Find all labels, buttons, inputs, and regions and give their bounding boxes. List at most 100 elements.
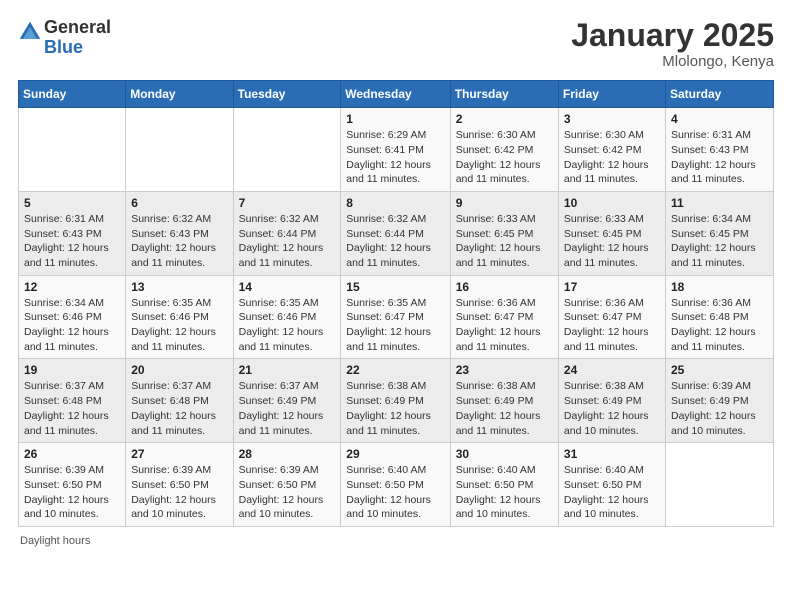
day-number: 11 bbox=[671, 196, 769, 210]
day-number: 27 bbox=[131, 447, 228, 461]
day-number: 2 bbox=[456, 112, 554, 126]
title-location: Mlolongo, Kenya bbox=[571, 53, 774, 70]
header-sunday: Sunday bbox=[19, 81, 126, 108]
footer: Daylight hours bbox=[18, 535, 774, 547]
day-number: 25 bbox=[671, 363, 769, 377]
title-month: January 2025 bbox=[571, 18, 774, 53]
day-number: 24 bbox=[564, 363, 661, 377]
calendar-cell: 3 Sunrise: 6:30 AM Sunset: 6:42 PM Daylig… bbox=[558, 108, 665, 192]
day-info: Sunrise: 6:29 AM Sunset: 6:41 PM Dayligh… bbox=[346, 128, 445, 187]
calendar-week-row-2: 12 Sunrise: 6:34 AM Sunset: 6:46 PM Dayli… bbox=[19, 275, 774, 359]
day-info: Sunrise: 6:35 AM Sunset: 6:46 PM Dayligh… bbox=[239, 296, 337, 355]
calendar-cell: 23 Sunrise: 6:38 AM Sunset: 6:49 PM Dayli… bbox=[450, 359, 558, 443]
calendar-cell: 31Sunrise: 6:40 AM Sunset: 6:50 PM Dayli… bbox=[558, 443, 665, 527]
calendar-cell: 26 Sunrise: 6:39 AM Sunset: 6:50 PM Dayli… bbox=[19, 443, 126, 527]
day-info: Sunrise: 6:37 AM Sunset: 6:49 PM Dayligh… bbox=[239, 379, 337, 438]
day-number: 5 bbox=[24, 196, 121, 210]
calendar-cell: 8 Sunrise: 6:32 AM Sunset: 6:44 PM Daylig… bbox=[341, 191, 450, 275]
calendar-cell: 19Sunrise: 6:37 AM Sunset: 6:48 PM Dayli… bbox=[19, 359, 126, 443]
calendar-cell: 20 Sunrise: 6:37 AM Sunset: 6:48 PM Dayli… bbox=[126, 359, 233, 443]
day-number: 26 bbox=[24, 447, 121, 461]
logo-general-text: General bbox=[44, 18, 111, 38]
calendar-cell bbox=[666, 443, 774, 527]
calendar-cell bbox=[126, 108, 233, 192]
day-info: Sunrise: 6:37 AM Sunset: 6:48 PM Dayligh… bbox=[24, 379, 121, 438]
calendar-cell: 12 Sunrise: 6:34 AM Sunset: 6:46 PM Dayli… bbox=[19, 275, 126, 359]
day-info: Sunrise: 6:39 AM Sunset: 6:50 PM Dayligh… bbox=[131, 463, 228, 522]
calendar-table: Sunday Monday Tuesday Wednesday Thursday… bbox=[18, 80, 774, 527]
page: General Blue January 2025 Mlolongo, Keny… bbox=[0, 0, 792, 612]
calendar-cell bbox=[19, 108, 126, 192]
day-info: Sunrise: 6:40 AM Sunset: 6:50 PM Dayligh… bbox=[564, 463, 661, 522]
header-saturday: Saturday bbox=[666, 81, 774, 108]
logo-icon bbox=[18, 20, 42, 44]
day-info: Sunrise: 6:37 AM Sunset: 6:48 PM Dayligh… bbox=[131, 379, 228, 438]
calendar-cell: 24 Sunrise: 6:38 AM Sunset: 6:49 PM Dayli… bbox=[558, 359, 665, 443]
day-number: 4 bbox=[671, 112, 769, 126]
calendar-cell: 25 Sunrise: 6:39 AM Sunset: 6:49 PM Dayli… bbox=[666, 359, 774, 443]
day-number: 15 bbox=[346, 280, 445, 294]
header-wednesday: Wednesday bbox=[341, 81, 450, 108]
day-info: Sunrise: 6:30 AM Sunset: 6:42 PM Dayligh… bbox=[564, 128, 661, 187]
day-info: Sunrise: 6:30 AM Sunset: 6:42 PM Dayligh… bbox=[456, 128, 554, 187]
day-number: 29 bbox=[346, 447, 445, 461]
calendar-cell: 22Sunrise: 6:38 AM Sunset: 6:49 PM Dayli… bbox=[341, 359, 450, 443]
day-info: Sunrise: 6:39 AM Sunset: 6:50 PM Dayligh… bbox=[24, 463, 121, 522]
day-info: Sunrise: 6:36 AM Sunset: 6:47 PM Dayligh… bbox=[456, 296, 554, 355]
day-info: Sunrise: 6:31 AM Sunset: 6:43 PM Dayligh… bbox=[24, 212, 121, 271]
day-number: 16 bbox=[456, 280, 554, 294]
day-number: 3 bbox=[564, 112, 661, 126]
header-tuesday: Tuesday bbox=[233, 81, 341, 108]
calendar-cell: 6Sunrise: 6:32 AM Sunset: 6:43 PM Daylig… bbox=[126, 191, 233, 275]
day-number: 12 bbox=[24, 280, 121, 294]
calendar-cell: 1 Sunrise: 6:29 AM Sunset: 6:41 PM Daylig… bbox=[341, 108, 450, 192]
calendar-cell: 28Sunrise: 6:39 AM Sunset: 6:50 PM Dayli… bbox=[233, 443, 341, 527]
calendar-cell: 4Sunrise: 6:31 AM Sunset: 6:43 PM Daylig… bbox=[666, 108, 774, 192]
day-info: Sunrise: 6:34 AM Sunset: 6:46 PM Dayligh… bbox=[24, 296, 121, 355]
calendar-week-row-0: 1 Sunrise: 6:29 AM Sunset: 6:41 PM Daylig… bbox=[19, 108, 774, 192]
day-number: 13 bbox=[131, 280, 228, 294]
logo-blue-text: Blue bbox=[44, 38, 111, 58]
day-number: 9 bbox=[456, 196, 554, 210]
title-block: January 2025 Mlolongo, Kenya bbox=[571, 18, 774, 70]
day-info: Sunrise: 6:32 AM Sunset: 6:44 PM Dayligh… bbox=[239, 212, 337, 271]
day-info: Sunrise: 6:32 AM Sunset: 6:44 PM Dayligh… bbox=[346, 212, 445, 271]
day-number: 10 bbox=[564, 196, 661, 210]
calendar-week-row-1: 5 Sunrise: 6:31 AM Sunset: 6:43 PM Daylig… bbox=[19, 191, 774, 275]
day-info: Sunrise: 6:39 AM Sunset: 6:49 PM Dayligh… bbox=[671, 379, 769, 438]
daylight-hours-label: Daylight hours bbox=[20, 535, 90, 547]
calendar-cell: 30Sunrise: 6:40 AM Sunset: 6:50 PM Dayli… bbox=[450, 443, 558, 527]
day-info: Sunrise: 6:40 AM Sunset: 6:50 PM Dayligh… bbox=[346, 463, 445, 522]
calendar-cell: 16 Sunrise: 6:36 AM Sunset: 6:47 PM Dayli… bbox=[450, 275, 558, 359]
calendar-cell: 15 Sunrise: 6:35 AM Sunset: 6:47 PM Dayli… bbox=[341, 275, 450, 359]
day-number: 22 bbox=[346, 363, 445, 377]
day-info: Sunrise: 6:38 AM Sunset: 6:49 PM Dayligh… bbox=[456, 379, 554, 438]
calendar-cell: 21Sunrise: 6:37 AM Sunset: 6:49 PM Dayli… bbox=[233, 359, 341, 443]
day-info: Sunrise: 6:36 AM Sunset: 6:47 PM Dayligh… bbox=[564, 296, 661, 355]
day-number: 6 bbox=[131, 196, 228, 210]
calendar-cell: 17 Sunrise: 6:36 AM Sunset: 6:47 PM Dayli… bbox=[558, 275, 665, 359]
header-thursday: Thursday bbox=[450, 81, 558, 108]
calendar-cell: 13Sunrise: 6:35 AM Sunset: 6:46 PM Dayli… bbox=[126, 275, 233, 359]
day-number: 8 bbox=[346, 196, 445, 210]
calendar-cell: 10 Sunrise: 6:33 AM Sunset: 6:45 PM Dayli… bbox=[558, 191, 665, 275]
logo: General Blue bbox=[18, 18, 111, 58]
calendar-cell: 27 Sunrise: 6:39 AM Sunset: 6:50 PM Dayli… bbox=[126, 443, 233, 527]
day-number: 7 bbox=[239, 196, 337, 210]
header-monday: Monday bbox=[126, 81, 233, 108]
day-number: 20 bbox=[131, 363, 228, 377]
day-number: 17 bbox=[564, 280, 661, 294]
day-info: Sunrise: 6:38 AM Sunset: 6:49 PM Dayligh… bbox=[564, 379, 661, 438]
calendar-week-row-3: 19Sunrise: 6:37 AM Sunset: 6:48 PM Dayli… bbox=[19, 359, 774, 443]
calendar-cell: 5 Sunrise: 6:31 AM Sunset: 6:43 PM Daylig… bbox=[19, 191, 126, 275]
day-info: Sunrise: 6:39 AM Sunset: 6:50 PM Dayligh… bbox=[239, 463, 337, 522]
calendar-cell: 7 Sunrise: 6:32 AM Sunset: 6:44 PM Daylig… bbox=[233, 191, 341, 275]
logo-text: General Blue bbox=[44, 18, 111, 58]
calendar-cell: 2 Sunrise: 6:30 AM Sunset: 6:42 PM Daylig… bbox=[450, 108, 558, 192]
day-number: 18 bbox=[671, 280, 769, 294]
day-number: 1 bbox=[346, 112, 445, 126]
day-info: Sunrise: 6:33 AM Sunset: 6:45 PM Dayligh… bbox=[564, 212, 661, 271]
calendar-cell: 14Sunrise: 6:35 AM Sunset: 6:46 PM Dayli… bbox=[233, 275, 341, 359]
day-info: Sunrise: 6:35 AM Sunset: 6:47 PM Dayligh… bbox=[346, 296, 445, 355]
day-number: 23 bbox=[456, 363, 554, 377]
